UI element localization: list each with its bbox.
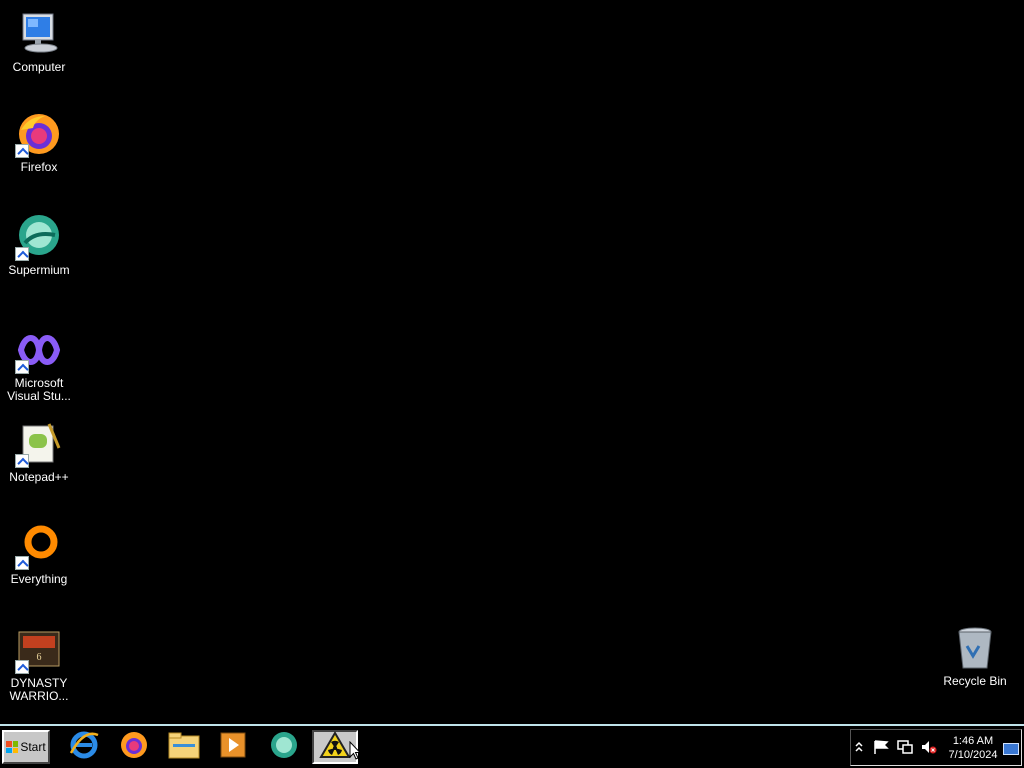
firefox-icon <box>118 729 150 766</box>
taskbar: Start 1:46 AM 7/10/2024 <box>0 724 1024 768</box>
taskbar-file-explorer[interactable] <box>164 730 204 764</box>
desktop-icon-label: DYNASTY WARRIO... <box>9 676 69 703</box>
desktop-icon-supermium[interactable]: Supermium <box>0 213 78 277</box>
desktop-icon-label: Computer <box>12 60 66 74</box>
desktop: Computer Firefox Supermium Microsoft Vis… <box>0 0 1024 726</box>
shortcut-arrow-icon <box>15 660 29 674</box>
supermium-icon <box>15 213 63 261</box>
start-button[interactable]: Start <box>2 730 50 764</box>
volume-muted-icon[interactable] <box>921 740 937 759</box>
windows-logo-icon <box>6 741 19 753</box>
mouse-cursor-icon <box>349 740 362 766</box>
taskbar-firefox[interactable] <box>114 730 154 764</box>
shortcut-arrow-icon <box>15 247 29 261</box>
folder-icon <box>167 730 201 765</box>
show-desktop-icon[interactable] <box>1003 742 1019 760</box>
shortcut-arrow-icon <box>15 144 29 158</box>
clock-date: 7/10/2024 <box>948 749 998 761</box>
start-label: Start <box>20 740 46 754</box>
desktop-icon-label: Recycle Bin <box>943 674 1007 688</box>
desktop-icon-notepad-plus-plus[interactable]: Notepad++ <box>0 420 78 484</box>
desktop-icon-dynasty-warriors[interactable]: 6 DYNASTY WARRIO... <box>0 626 78 703</box>
desktop-icon-visual-studio[interactable]: Microsoft Visual Stu... <box>0 326 78 403</box>
shortcut-arrow-icon <box>15 556 29 570</box>
radiation-warning-icon <box>319 730 351 764</box>
desktop-icon-label: Supermium <box>8 263 70 277</box>
taskbar-media-player[interactable] <box>213 730 253 764</box>
flag-icon[interactable] <box>873 740 889 759</box>
desktop-icon-firefox[interactable]: Firefox <box>0 110 78 174</box>
internet-explorer-icon <box>68 729 100 766</box>
svg-text:6: 6 <box>37 652 42 663</box>
taskbar-supermium[interactable] <box>264 730 304 764</box>
desktop-icon-label: Everything <box>10 572 68 586</box>
network-icon[interactable] <box>897 740 913 759</box>
visual-studio-icon <box>15 326 63 374</box>
notepad-plus-plus-icon <box>15 420 63 468</box>
media-player-icon <box>218 730 248 765</box>
everything-search-icon <box>15 522 63 570</box>
shortcut-arrow-icon <box>15 454 29 468</box>
computer-icon <box>15 10 63 58</box>
desktop-icon-label: Firefox <box>20 160 58 174</box>
dynasty-warriors-icon: 6 <box>15 626 63 674</box>
shortcut-arrow-icon <box>15 360 29 374</box>
taskbar-internet-explorer[interactable] <box>64 730 104 764</box>
desktop-icon-label: Microsoft Visual Stu... <box>7 376 71 403</box>
recycle-bin-icon <box>951 624 999 672</box>
desktop-icon-everything[interactable]: Everything <box>0 522 78 586</box>
clock-time: 1:46 AM <box>952 735 994 747</box>
chevron-up-icon[interactable] <box>855 740 863 759</box>
desktop-icon-recycle-bin[interactable]: Recycle Bin <box>936 624 1014 688</box>
firefox-icon <box>15 110 63 158</box>
supermium-icon <box>268 729 300 766</box>
clock[interactable]: 1:46 AM 7/10/2024 <box>943 734 1003 762</box>
desktop-icon-computer[interactable]: Computer <box>0 10 78 74</box>
desktop-icon-label: Notepad++ <box>9 470 69 484</box>
system-tray: 1:46 AM 7/10/2024 <box>850 729 1022 766</box>
